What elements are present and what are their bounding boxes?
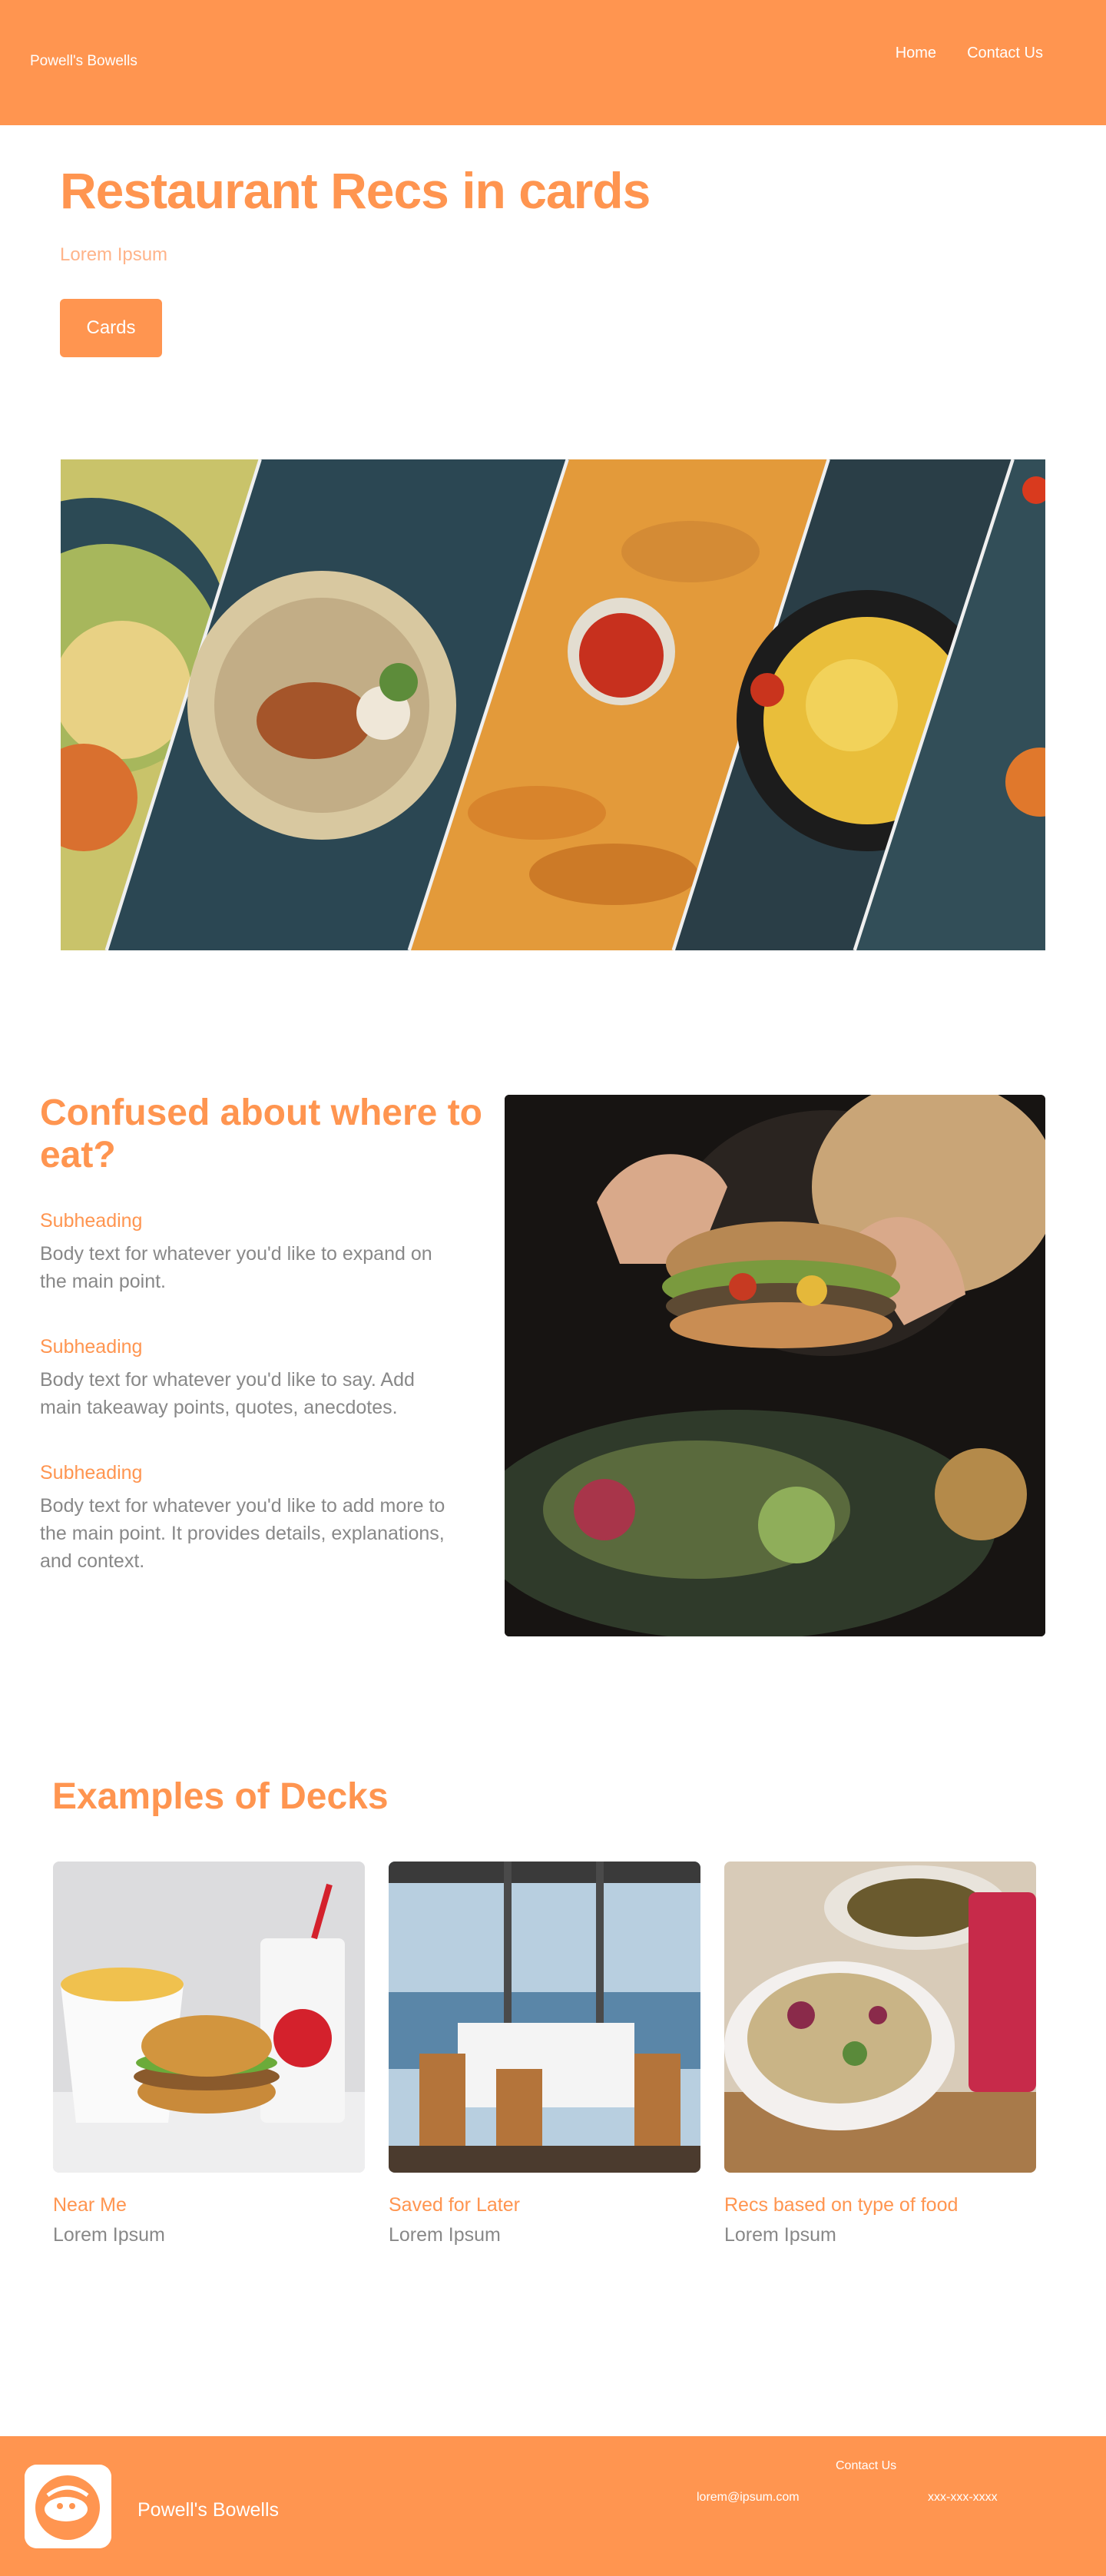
burger-photo	[505, 1095, 1045, 1636]
feature-item: Subheading Body text for whatever you'd …	[40, 1462, 455, 1575]
footer-contact-title[interactable]: Contact Us	[836, 2459, 896, 2473]
footer-brand-name: Powell's Bowells	[137, 2499, 280, 2521]
card-image	[389, 1862, 700, 2173]
features-title: Confused about where to eat?	[40, 1092, 482, 1176]
feature-heading: Subheading	[40, 1462, 143, 1484]
footer-email[interactable]: lorem@ipsum.com	[697, 2491, 800, 2505]
nav-links: Home Contact Us	[896, 45, 1043, 62]
feature-item: Subheading Body text for whatever you'd …	[40, 1210, 455, 1295]
brand-name[interactable]: Powell's Bowells	[30, 53, 137, 70]
logo-icon[interactable]	[25, 2465, 111, 2548]
cards-button[interactable]: Cards	[60, 299, 162, 357]
card-image	[53, 1862, 365, 2173]
feature-body: Body text for whatever you'd like to say…	[40, 1369, 415, 1418]
feature-item: Subheading Body text for whatever you'd …	[40, 1336, 455, 1421]
feature-body: Body text for whatever you'd like to exp…	[40, 1243, 432, 1292]
feature-heading: Subheading	[40, 1210, 143, 1232]
navbar: Powell's Bowells Home Contact Us	[0, 0, 1106, 125]
nav-contact-link[interactable]: Contact Us	[967, 45, 1043, 62]
card-title: Near Me	[53, 2194, 127, 2216]
card-subtitle: Lorem Ipsum	[389, 2224, 501, 2246]
card-image	[724, 1862, 1036, 2173]
decks-title: Examples of Decks	[52, 1776, 389, 1817]
card-title: Saved for Later	[389, 2194, 520, 2216]
deck-card-recs-by-type[interactable]: Recs based on type of food Lorem Ipsum	[724, 1862, 1036, 2246]
card-subtitle: Lorem Ipsum	[53, 2224, 165, 2246]
deck-card-saved-for-later[interactable]: Saved for Later Lorem Ipsum	[389, 1862, 700, 2246]
hero-subtitle: Lorem Ipsum	[60, 244, 168, 265]
hero-title: Restaurant Recs in cards	[60, 162, 651, 219]
feature-body: Body text for whatever you'd like to add…	[40, 1495, 445, 1572]
card-subtitle: Lorem Ipsum	[724, 2224, 836, 2246]
feature-heading: Subheading	[40, 1336, 143, 1358]
footer-phone: xxx-xxx-xxxx	[928, 2491, 998, 2504]
deck-card-near-me[interactable]: Near Me Lorem Ipsum	[53, 1862, 365, 2246]
footer: Powell's Bowells Contact Us lorem@ipsum.…	[0, 2436, 1106, 2576]
food-collage-banner	[61, 459, 1045, 950]
nav-home-link[interactable]: Home	[896, 45, 936, 62]
card-title: Recs based on type of food	[724, 2194, 959, 2216]
